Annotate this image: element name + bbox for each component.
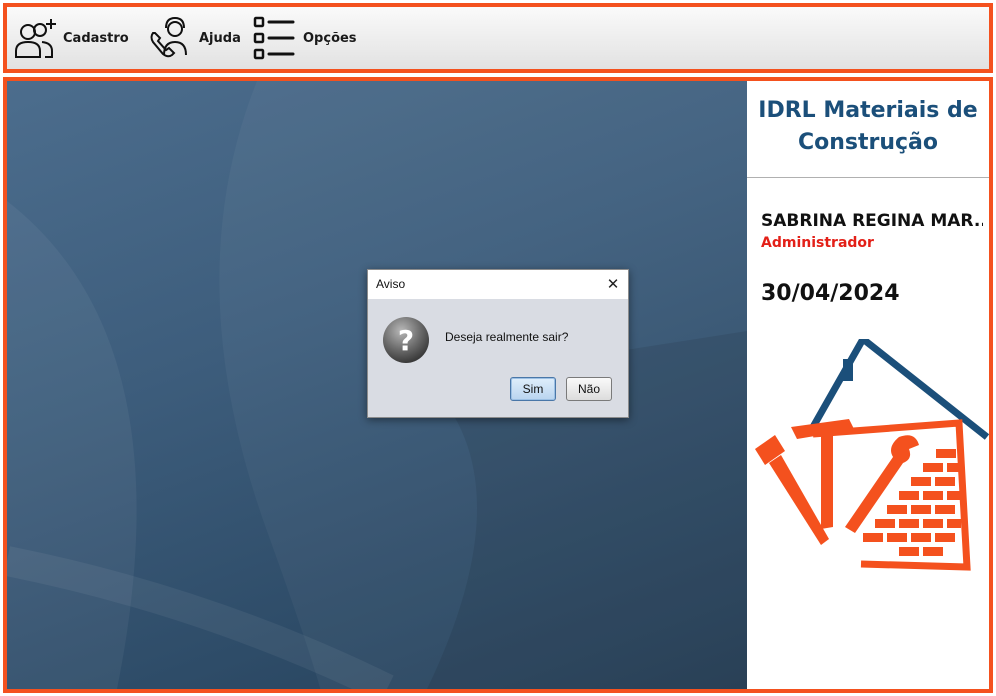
info-panel: IDRL Materiais de Construção SABRINA REG… — [747, 81, 989, 689]
no-button[interactable]: Não — [566, 377, 612, 401]
toolbar: Cadastro Ajuda Opções — [3, 3, 993, 73]
dialog-title: Aviso — [376, 277, 406, 291]
company-name: IDRL Materiais de Construção — [758, 98, 978, 155]
dialog-titlebar: Aviso ✕ — [368, 270, 628, 299]
ajuda-label: Ajuda — [199, 30, 241, 46]
cadastro-button[interactable]: Cadastro — [11, 15, 129, 61]
user-role: Administrador — [761, 235, 874, 251]
opcoes-label: Opções — [303, 30, 357, 46]
close-icon[interactable]: ✕ — [604, 275, 622, 293]
current-date: 30/04/2024 — [761, 281, 900, 306]
options-list-icon — [253, 16, 295, 60]
user-name: SABRINA REGINA MAR... — [761, 211, 983, 231]
divider — [747, 177, 989, 178]
yes-button[interactable]: Sim — [510, 377, 556, 401]
support-agent-icon — [150, 16, 187, 58]
cadastro-label: Cadastro — [63, 30, 129, 46]
ajuda-button[interactable]: Ajuda — [147, 15, 241, 61]
confirm-dialog: Aviso ✕ ? Deseja realmente sair? Sim Não — [367, 269, 629, 418]
app-window: Cadastro Ajuda Opções IDRL Materiais de … — [0, 0, 996, 696]
question-icon: ? — [383, 317, 429, 363]
opcoes-button[interactable]: Opções — [251, 15, 357, 61]
dialog-message: Deseja realmente sair? — [445, 330, 569, 344]
add-user-icon — [15, 19, 56, 58]
construction-tools-house-logo — [755, 339, 989, 571]
svg-text:?: ? — [398, 324, 414, 357]
